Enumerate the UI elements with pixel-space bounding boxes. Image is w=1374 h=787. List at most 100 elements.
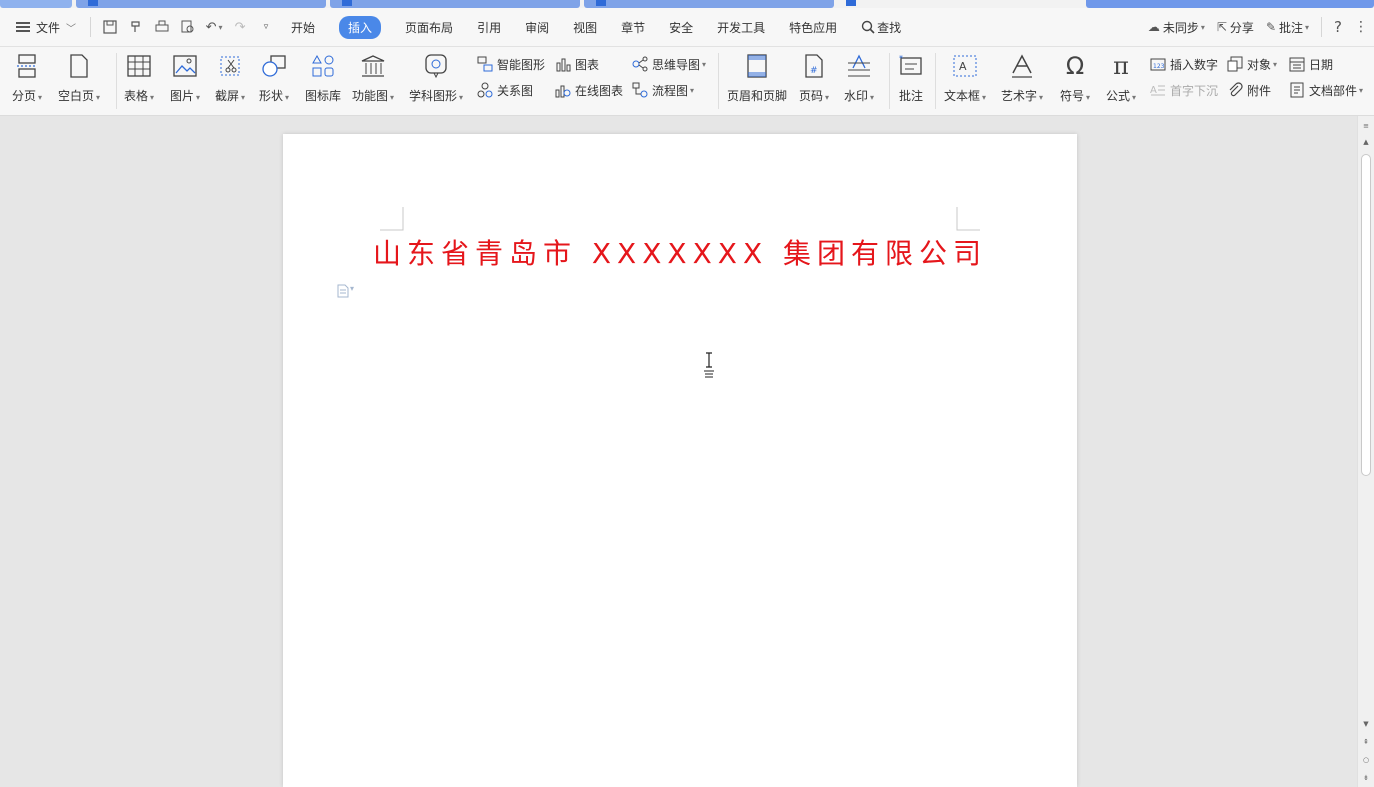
select-browse-object-icon[interactable]: ○ (1358, 754, 1374, 766)
omega-icon: Ω (1065, 52, 1085, 80)
science-shape-icon (422, 51, 450, 81)
science-shape-button[interactable]: 学科图形 ▾ (409, 51, 463, 109)
print-preview-icon[interactable] (180, 19, 196, 35)
tab-review-label: 审阅 (525, 20, 550, 35)
doc-tab-2[interactable] (76, 0, 326, 8)
picture-label: 图片 (170, 89, 195, 103)
tab-review[interactable]: 审阅 (513, 8, 561, 46)
function-chart-button[interactable]: 功能图 ▾ (352, 51, 394, 109)
object-button[interactable]: 对象 ▾ (1227, 53, 1277, 75)
help-icon: ? (1334, 18, 1342, 36)
chevron-down-icon: ▾ (1200, 22, 1205, 32)
tab-home[interactable]: 开始 (279, 8, 327, 46)
doc-tab-4[interactable] (584, 0, 834, 8)
comment-icon: * (897, 51, 925, 81)
search-icon (861, 20, 875, 34)
tab-security[interactable]: 安全 (657, 8, 705, 46)
tab-view[interactable]: 视图 (561, 8, 609, 46)
cloud-icon: ☁ (1147, 20, 1160, 34)
symbol-label: 符号 (1060, 89, 1085, 103)
page-number-button[interactable]: # 页码 ▾ (799, 51, 829, 109)
relation-chart-icon (477, 82, 493, 98)
share-button[interactable]: ⇱ 分享 (1211, 19, 1260, 36)
scrollbar-thumb[interactable] (1361, 154, 1371, 476)
right-tools: ☁ 未同步 ▾ ⇱ 分享 ✎ 批注 ▾ ? ⋮ (1142, 8, 1374, 46)
redo-icon[interactable]: ↷ (232, 19, 248, 35)
comment-menu-label: 批注 (1279, 20, 1304, 35)
insert-number-button[interactable]: 123 插入数字 (1150, 53, 1218, 75)
icon-library-button[interactable]: 图标库 (305, 51, 341, 109)
wordart-label: 艺术字 (1001, 89, 1038, 103)
tab-features[interactable]: 特色应用 (777, 8, 849, 46)
scroll-down-icon[interactable]: ▼ (1358, 718, 1374, 730)
next-page-icon[interactable]: ⇟ (1358, 772, 1374, 784)
textbox-button[interactable]: A 文本框 ▾ (944, 51, 986, 109)
doc-tab-active-icon (846, 0, 856, 6)
flowchart-button[interactable]: 流程图 ▾ (632, 79, 694, 101)
blank-page-button[interactable]: 空白页 ▾ (58, 51, 100, 109)
comment-button[interactable]: * 批注 (897, 51, 925, 109)
vertical-scrollbar[interactable]: ≡ ▲ ▼ ⇞ ○ ⇟ (1357, 116, 1374, 787)
paragraph-layout-icon[interactable]: ▾ (336, 284, 354, 301)
help-button[interactable]: ? (1328, 18, 1348, 36)
scroll-top-icon[interactable]: ≡ (1358, 120, 1374, 132)
doc-tab-1[interactable] (0, 0, 72, 8)
tab-view-label: 视图 (573, 20, 598, 35)
header-footer-button[interactable]: 页眉和页脚 (727, 51, 787, 109)
tab-references[interactable]: 引用 (465, 8, 513, 46)
sync-button[interactable]: ☁ 未同步 ▾ (1142, 19, 1211, 36)
document-title[interactable]: 山东省青岛市 XXXXXXX 集团有限公司 (283, 232, 1077, 272)
hamburger-icon (16, 22, 30, 32)
margin-corner-top-right (956, 207, 980, 231)
tab-section[interactable]: 章节 (609, 8, 657, 46)
undo-icon[interactable]: ↶ ▾ (206, 19, 223, 35)
attachment-label: 附件 (1247, 83, 1272, 98)
divider (889, 53, 890, 109)
chart-button[interactable]: 图表 (555, 53, 599, 75)
more-options-icon[interactable]: ⋮ (1348, 19, 1374, 35)
shape-button[interactable]: 形状 ▾ (259, 51, 289, 109)
tab-section-label: 章节 (621, 20, 646, 35)
smart-shape-icon (477, 56, 493, 72)
relation-chart-button[interactable]: 关系图 (477, 79, 533, 101)
attachment-button[interactable]: 附件 (1227, 79, 1271, 101)
insert-ribbon: 分页 ▾ 空白页 ▾ 表格 ▾ 图片 ▾ 截屏 ▾ 形状 ▾ 图标库 功能图 ▾ 学科图形 ▾ … (0, 47, 1374, 116)
tab-security-label: 安全 (669, 20, 694, 35)
screenshot-button[interactable]: 截屏 ▾ (215, 51, 245, 109)
smart-shape-button[interactable]: 智能图形 (477, 53, 545, 75)
picture-button[interactable]: 图片 ▾ (170, 51, 200, 109)
doc-parts-button[interactable]: 文档部件 ▾ (1289, 79, 1363, 101)
prev-page-icon[interactable]: ⇞ (1358, 736, 1374, 748)
online-chart-button[interactable]: 在线图表 (555, 79, 623, 101)
format-painter-icon[interactable] (128, 19, 144, 35)
drop-cap-button[interactable]: A 首字下沉 (1150, 79, 1218, 101)
customize-toolbar-icon[interactable]: ▿ (258, 19, 274, 35)
doc-tab-4-icon (596, 0, 606, 6)
symbol-button[interactable]: Ω 符号 ▾ (1060, 51, 1090, 109)
divider (718, 53, 719, 109)
file-menu-label: 文件 (36, 20, 61, 35)
formula-button[interactable]: π 公式 ▾ (1106, 51, 1136, 109)
tab-developer[interactable]: 开发工具 (705, 8, 777, 46)
mindmap-button[interactable]: 思维导图 ▾ (632, 53, 706, 75)
watermark-button[interactable]: 水印 ▾ (844, 51, 874, 109)
scroll-up-icon[interactable]: ▲ (1358, 136, 1374, 148)
comment-menu-button[interactable]: ✎ 批注 ▾ (1260, 19, 1315, 36)
search-button[interactable]: 查找 (849, 8, 913, 46)
page-break-button[interactable]: 分页 ▾ (12, 51, 42, 109)
share-icon: ⇱ (1216, 20, 1227, 34)
print-icon[interactable] (154, 19, 170, 35)
table-button[interactable]: 表格 ▾ (124, 51, 154, 109)
wordart-button[interactable]: 艺术字 ▾ (1001, 51, 1043, 109)
page-number-icon: # (800, 51, 828, 81)
file-menu-button[interactable]: 文件 ﹀ (0, 8, 84, 46)
drop-cap-icon: A (1150, 82, 1166, 98)
date-button[interactable]: 日期 (1289, 53, 1333, 75)
tab-insert[interactable]: 插入 (327, 8, 393, 46)
relation-chart-label: 关系图 (497, 83, 534, 98)
mindmap-icon (632, 56, 648, 72)
save-icon[interactable] (102, 19, 118, 35)
tab-page-layout[interactable]: 页面布局 (393, 8, 465, 46)
document-page[interactable]: 山东省青岛市 XXXXXXX 集团有限公司 ▾ (283, 134, 1077, 787)
doc-tab-3[interactable] (330, 0, 580, 8)
